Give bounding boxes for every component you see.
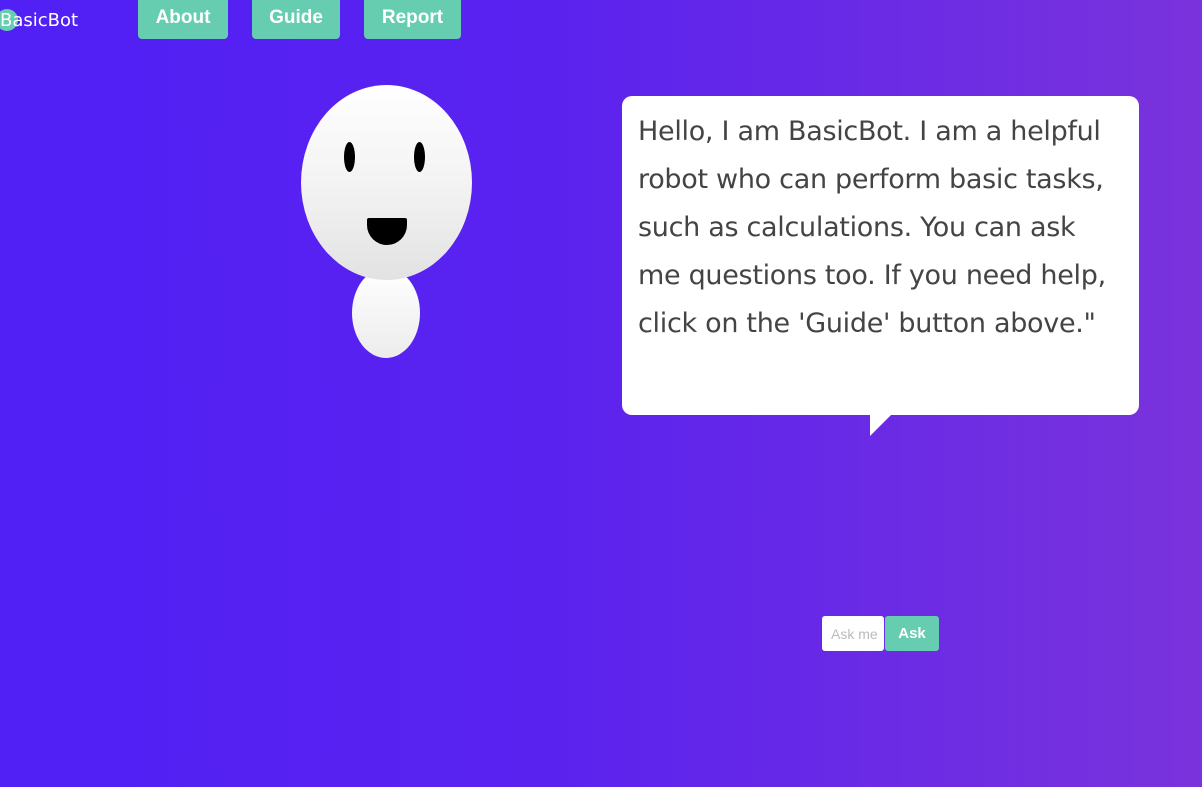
- report-button[interactable]: Report: [364, 0, 461, 39]
- robot-head: [301, 85, 472, 280]
- ask-button[interactable]: Ask: [885, 616, 939, 651]
- speech-bubble: Hello, I am BasicBot. I am a helpful rob…: [622, 96, 1139, 415]
- guide-button[interactable]: Guide: [252, 0, 340, 39]
- robot-right-eye: [414, 142, 425, 172]
- robot-mouth: [367, 218, 407, 245]
- speech-bubble-tail: [870, 415, 891, 436]
- app-logo[interactable]: BasicBot: [0, 8, 78, 34]
- robot-left-eye: [344, 142, 355, 172]
- ask-input[interactable]: [822, 616, 884, 651]
- bot-message: Hello, I am BasicBot. I am a helpful rob…: [638, 116, 1106, 339]
- app-name: BasicBot: [0, 10, 79, 31]
- about-button[interactable]: About: [138, 0, 228, 39]
- robot-body: [352, 268, 420, 358]
